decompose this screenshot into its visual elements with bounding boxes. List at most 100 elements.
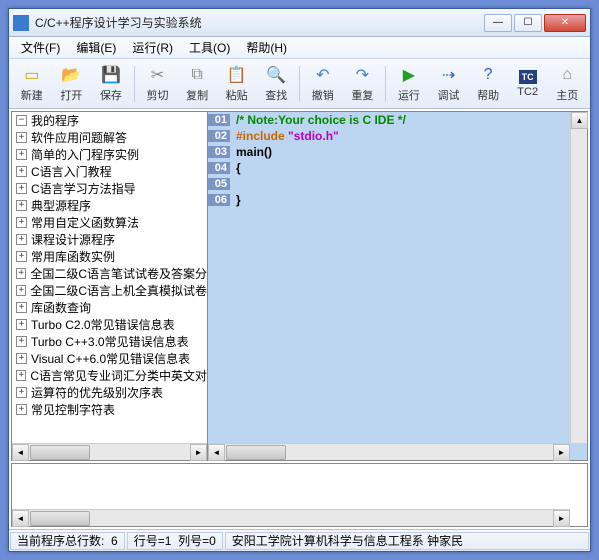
status-pos: 行号=1 列号=0 [127,532,223,550]
copy-button[interactable]: ⧉复制 [178,62,216,106]
collapse-icon[interactable]: − [16,115,27,126]
tree-h-scrollbar[interactable]: ◄ ► [12,443,207,460]
editor-h-scrollbar[interactable]: ◄ ► [208,443,570,460]
menu-item-1[interactable]: 编辑(E) [68,37,124,58]
status-credit: 安阳工学院计算机科学与信息工程系 钟家民 [225,532,589,550]
tree-item-label: C语言入门教程 [31,163,112,180]
expand-icon[interactable]: + [16,404,27,415]
tree-item[interactable]: +常用库函数实例 [12,248,207,265]
tree-item[interactable]: +全国二级C语言笔试试卷及答案分 [12,265,207,282]
tree-item[interactable]: +库函数查询 [12,299,207,316]
tree-item-label: 简单的入门程序实例 [31,146,139,163]
home-icon: ⌂ [557,65,577,85]
editor-v-scrollbar[interactable]: ▲ [570,112,587,443]
expand-icon[interactable]: + [16,353,27,364]
scroll-left-button[interactable]: ◄ [12,510,29,527]
tree-root-label: 我的程序 [31,112,79,129]
line-number: 02 [208,130,230,142]
menu-item-0[interactable]: 文件(F) [13,37,68,58]
expand-icon[interactable]: + [16,166,27,177]
paste-button[interactable]: 📋粘贴 [218,62,256,106]
tree-item[interactable]: +全国二级C语言上机全真模拟试卷 [12,282,207,299]
run-button[interactable]: ▶运行 [390,62,428,106]
tree-item[interactable]: + C语言入门教程 [12,163,207,180]
scroll-thumb[interactable] [30,511,90,526]
scroll-left-button[interactable]: ◄ [12,444,29,461]
scroll-right-button[interactable]: ► [190,444,207,461]
find-icon: 🔍 [266,65,286,85]
titlebar[interactable]: C/C++程序设计学习与实验系统 — ☐ ✕ [9,9,590,37]
expand-icon[interactable]: + [16,302,27,313]
expand-icon[interactable]: + [16,285,26,296]
tool-label: 打开 [60,87,82,103]
code-line[interactable]: 01/* Note:Your choice is C IDE */ [208,112,587,128]
menu-item-2[interactable]: 运行(R) [124,37,181,58]
scroll-thumb[interactable] [226,445,286,460]
cut-button[interactable]: ✂剪切 [139,62,177,106]
tree-item[interactable]: +C语言常见专业词汇分类中英文对 [12,367,207,384]
maximize-button[interactable]: ☐ [514,14,542,32]
debug-button[interactable]: ⇢调试 [430,62,468,106]
expand-icon[interactable]: + [16,200,27,211]
toolbar-separator [385,66,386,102]
scroll-left-button[interactable]: ◄ [208,444,225,461]
expand-icon[interactable]: + [16,336,27,347]
tool-label: 调试 [438,87,460,103]
minimize-button[interactable]: — [484,14,512,32]
output-panel[interactable]: ◄ ► [11,463,588,527]
code-line[interactable]: 06} [208,192,587,208]
help-button[interactable]: ?帮助 [469,62,507,106]
tree-item[interactable]: + 典型源程序 [12,197,207,214]
open-button[interactable]: 📂打开 [53,62,91,106]
expand-icon[interactable]: + [16,370,26,381]
close-button[interactable]: ✕ [544,14,586,32]
tree-item[interactable]: +C语言学习方法指导 [12,180,207,197]
tree-item[interactable]: +Turbo C2.0常见错误信息表 [12,316,207,333]
tree-item[interactable]: +常见控制字符表 [12,401,207,418]
code-line[interactable]: 05 [208,176,587,192]
tree-view[interactable]: − 我的程序 +软件应用问题解答+简单的入门程序实例+C语言入门教程+C语言学习… [12,112,207,443]
expand-icon[interactable]: + [16,132,27,143]
expand-icon[interactable]: + [16,217,27,228]
code-line[interactable]: 03main() [208,144,587,160]
home-button[interactable]: ⌂主页 [548,62,586,106]
save-button[interactable]: 💾保存 [92,62,130,106]
new-button[interactable]: ▭新建 [13,62,51,106]
tree-item[interactable]: +运算符的优先级别次序表 [12,384,207,401]
expand-icon[interactable]: + [16,149,27,160]
tree-item[interactable]: +常用自定义函数算法 [12,214,207,231]
tc2-icon: TC [519,70,537,84]
menu-item-4[interactable]: 帮助(H) [238,37,295,58]
code-line[interactable]: 02#include "stdio.h" [208,128,587,144]
code-editor[interactable]: 01/* Note:Your choice is C IDE */02#incl… [208,112,587,460]
expand-icon[interactable]: + [16,319,27,330]
tree-item[interactable]: + 简单的入门程序实例 [12,146,207,163]
scroll-right-button[interactable]: ► [553,444,570,461]
code-line[interactable]: 04{ [208,160,587,176]
expand-icon[interactable]: + [16,268,26,279]
tool-label: 新建 [21,87,43,103]
scroll-up-button[interactable]: ▲ [571,112,588,129]
tree-root[interactable]: − 我的程序 [12,112,207,129]
tree-item[interactable]: +软件应用问题解答 [12,129,207,146]
menu-item-3[interactable]: 工具(O) [181,37,238,58]
scroll-right-button[interactable]: ► [553,510,570,527]
tree-item[interactable]: +Turbo C++3.0常见错误信息表 [12,333,207,350]
app-icon [13,15,29,31]
expand-icon[interactable]: + [16,251,27,262]
find-button[interactable]: 🔍查找 [257,62,295,106]
output-h-scrollbar[interactable]: ◄ ► [12,509,570,526]
expand-icon[interactable]: + [16,234,27,245]
tc2-button[interactable]: TCTC2 [509,62,547,106]
toolbar: ▭新建📂打开💾保存✂剪切⧉复制📋粘贴🔍查找↶撤销↷重复▶运行⇢调试?帮助TCTC… [9,59,590,109]
tree-item[interactable]: +Visual C++6.0常见错误信息表 [12,350,207,367]
scroll-thumb[interactable] [30,445,90,460]
help-icon: ? [478,65,498,85]
undo-button[interactable]: ↶撤销 [304,62,342,106]
tree-item-label: 课程设计源程序 [31,231,115,248]
tree-item[interactable]: + 课程设计源程序 [12,231,207,248]
expand-icon[interactable]: + [16,387,27,398]
tree-item-label: 典型源程序 [31,197,91,214]
expand-icon[interactable]: + [16,183,27,194]
redo-button[interactable]: ↷重复 [344,62,382,106]
